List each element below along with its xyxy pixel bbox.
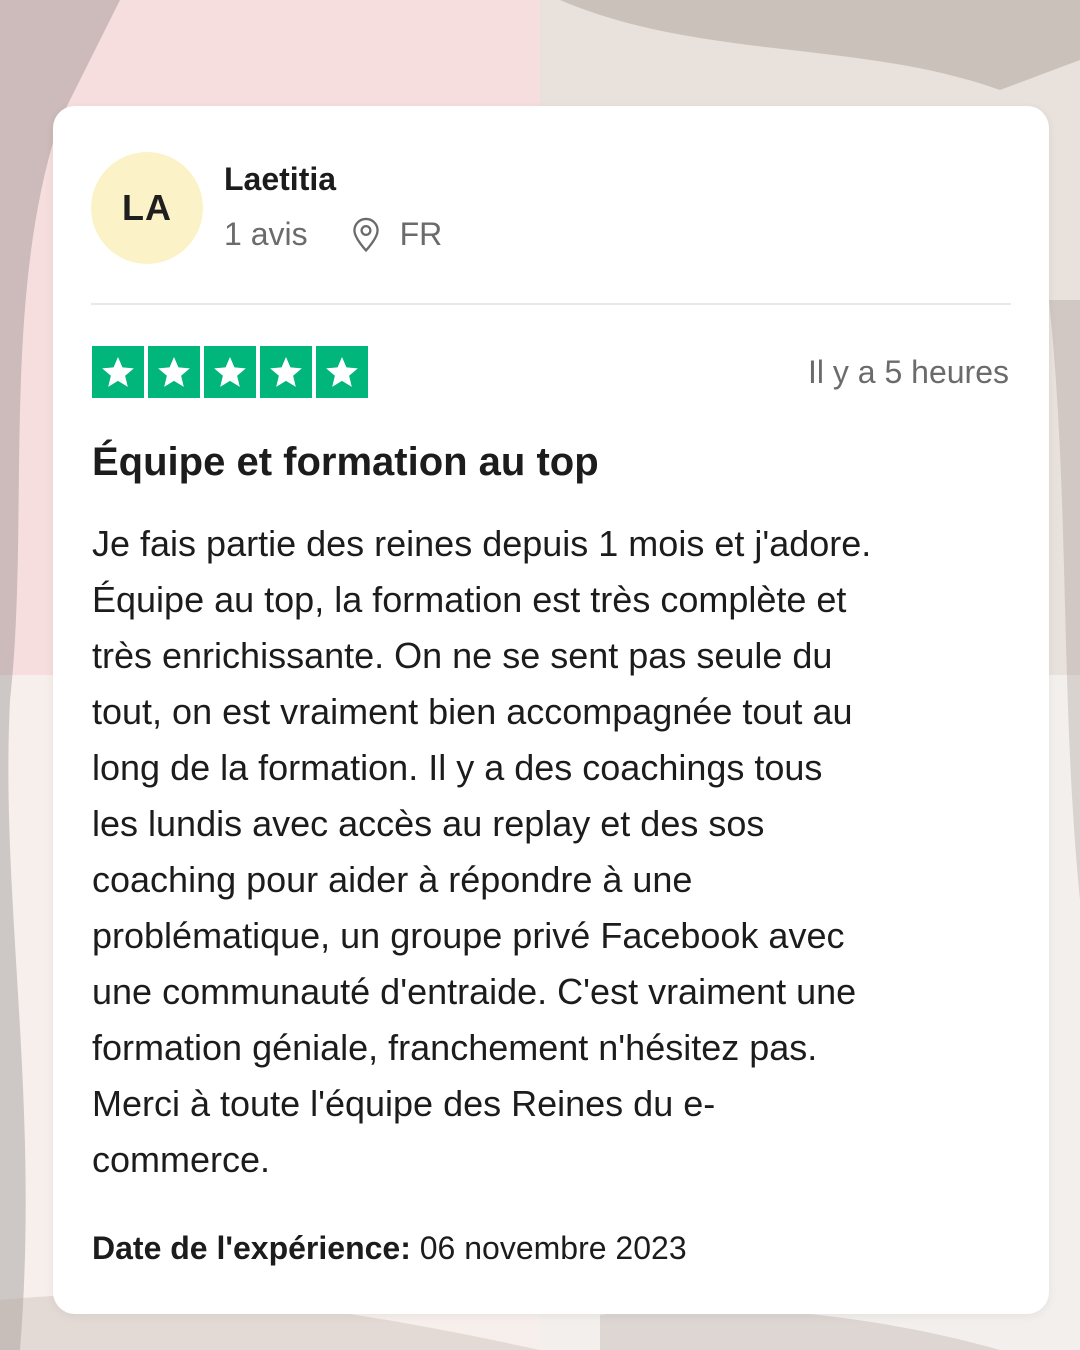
review-body-line: Je fais partie des reines depuis 1 mois …	[92, 523, 872, 564]
review-body-line: coaching pour aider à répondre à une	[92, 859, 693, 900]
star-icon	[204, 346, 256, 398]
review-body-line: problématique, un groupe privé Facebook …	[92, 915, 845, 956]
star-icon	[316, 346, 368, 398]
divider	[91, 303, 1011, 305]
review-body-line: long de la formation. Il y a des coachin…	[92, 747, 823, 788]
review-title: Équipe et formation au top	[92, 440, 599, 484]
avatar-initials: LA	[122, 187, 172, 228]
reviewer-meta: 1 avis FR	[224, 216, 442, 253]
star-icon	[148, 346, 200, 398]
review-body-line: formation géniale, franchement n'hésitez…	[92, 1027, 818, 1068]
star-icon	[92, 346, 144, 398]
experience-date-value: 06 novembre 2023	[419, 1230, 687, 1266]
review-relative-date: Il y a 5 heures	[808, 354, 1009, 390]
star-rating	[92, 346, 368, 398]
review-body-line: Merci à toute l'équipe des Reines du e-	[92, 1083, 716, 1124]
reviewer-country: FR	[399, 216, 443, 252]
reviews-count: 1 avis	[224, 216, 308, 252]
review-body-line: Équipe au top, la formation est très com…	[92, 579, 847, 620]
review-body-line: tout, on est vraiment bien accompagnée t…	[92, 691, 853, 732]
review-card: LA Laetitia 1 avis FR Il y a 5 heures Éq…	[53, 106, 1049, 1314]
avatar: LA	[91, 152, 203, 264]
review-body-line: les lundis avec accès au replay et des s…	[92, 803, 765, 844]
reviewer-name[interactable]: Laetitia	[224, 161, 336, 198]
experience-date-label: Date de l'expérience:	[92, 1230, 411, 1266]
review-body: Je fais partie des reines depuis 1 mois …	[92, 516, 1012, 1188]
review-body-line: une communauté d'entraide. C'est vraimen…	[92, 971, 857, 1012]
review-body-line: commerce.	[92, 1139, 271, 1180]
review-body-line: très enrichissante. On ne se sent pas se…	[92, 635, 833, 676]
experience-date: Date de l'expérience: 06 novembre 2023	[92, 1230, 687, 1267]
star-icon	[260, 346, 312, 398]
location-pin-icon	[350, 217, 382, 253]
